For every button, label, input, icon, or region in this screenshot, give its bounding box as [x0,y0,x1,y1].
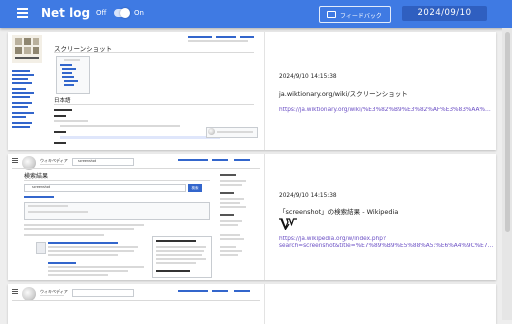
wiki-search-field[interactable]: screenshot [78,159,96,163]
wikipedia-favicon [279,218,297,230]
hamburger-menu-icon[interactable] [17,8,28,18]
entry-url-link-continued[interactable]: search=screenshot&title=%E7%89%B9%E5%88%… [279,243,494,249]
date-picker[interactable]: 2024/09/10 [402,6,487,21]
scrollbar-thumb[interactable] [505,32,510,232]
toggle-knob [120,7,130,18]
toggle-off-label: Off [96,9,107,17]
app-bar: Net log Off On フィードバック 2024/09/10 [0,0,512,28]
log-entry[interactable]: スクリーンショット 日本語 2024/9/10 14:15:38 ja.wikt… [8,32,496,150]
feedback-button[interactable]: フィードバック [319,6,391,23]
log-entry[interactable]: ウィキペディア screenshot 検索結果 screenshot 検索 20… [8,154,496,280]
app-title: Net log [41,6,91,20]
entry-details: 2024/9/10 14:15:38 ja.wiktionary.org/wik… [279,32,494,150]
entry-timestamp: 2024/9/10 14:15:38 [279,74,337,80]
comment-icon [327,11,336,18]
page-screenshot[interactable]: ウィキペディア [8,284,265,324]
entry-title: ja.wiktionary.org/wiki/スクリーンショット [279,90,408,98]
wiktionary-logo [12,35,42,63]
search-results-heading: 検索結果 [24,173,49,180]
toggle-on-label: On [134,9,144,17]
wikipedia-globe-icon [22,287,36,301]
feedback-label: フィードバック [340,13,382,20]
language-heading: 日本語 [54,98,71,104]
entry-details: 2024/9/10 14:15:38 「screenshot」の検索結果 - W… [279,154,494,280]
entry-title: 「screenshot」の検索結果 - Wikipedia [279,208,399,216]
entry-timestamp: 2024/9/10 14:15:38 [279,193,337,199]
page-screenshot[interactable]: スクリーンショット 日本語 [8,32,265,150]
page-screenshot[interactable]: ウィキペディア screenshot 検索結果 screenshot 検索 [8,154,265,280]
log-entry[interactable]: ウィキペディア [8,284,496,324]
logging-toggle[interactable] [114,7,130,18]
entry-url-link[interactable]: https://ja.wikipedia.org/w/index.php? [279,236,494,242]
results-search-field[interactable]: screenshot [32,185,50,189]
wiki-search-button[interactable]: 検索 [188,184,202,192]
entry-url-link[interactable]: https://ja.wiktionary.org/wiki/%E3%82%B9… [279,107,494,113]
